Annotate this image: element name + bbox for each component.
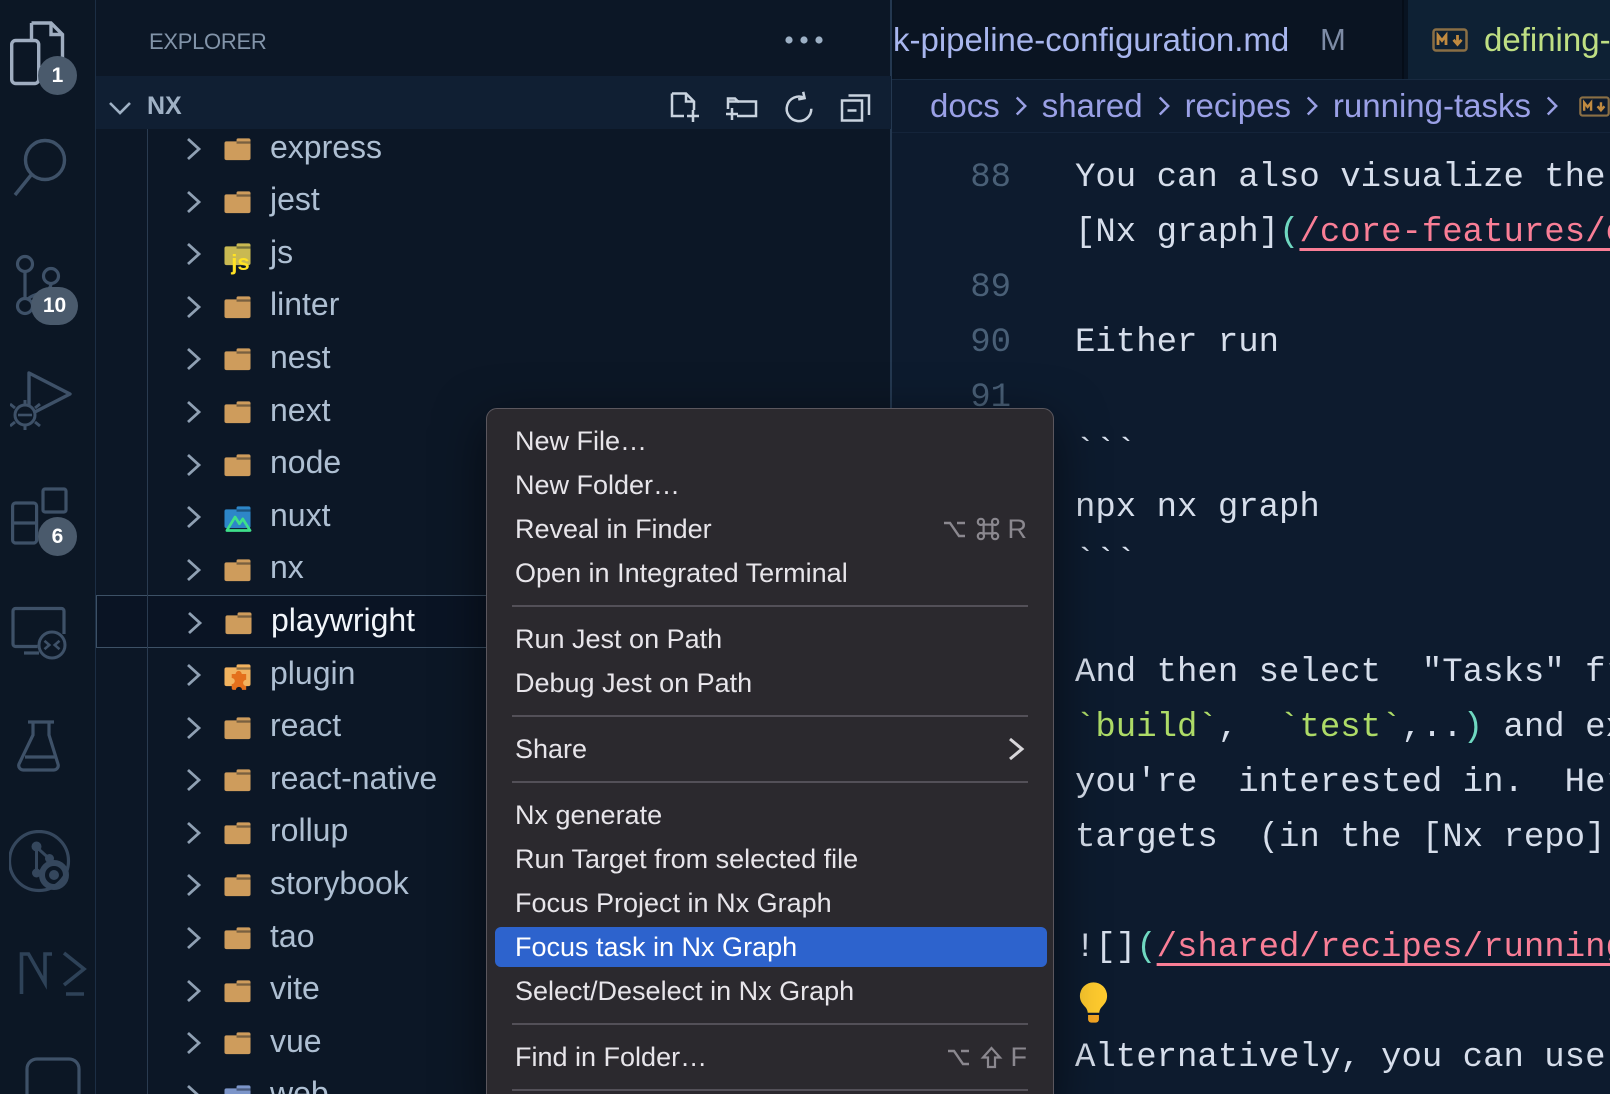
svg-text:js: js [230,250,249,275]
